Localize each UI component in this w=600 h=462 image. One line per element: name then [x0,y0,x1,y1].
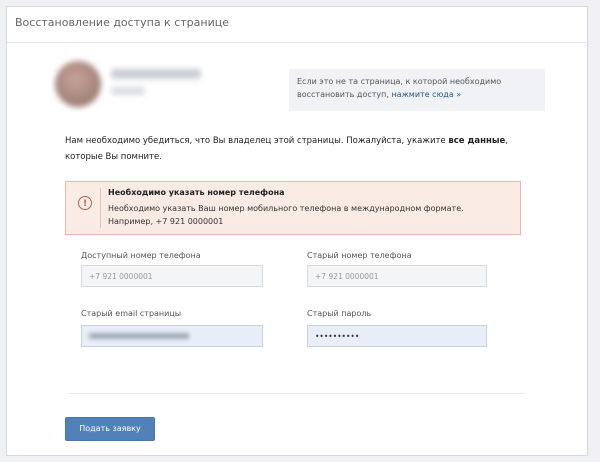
intro-bold: все данные [448,136,506,146]
old-email-input[interactable] [81,325,263,347]
old-password-value: •••••••••• [315,332,360,341]
old-password-input[interactable]: •••••••••• [307,325,487,347]
submit-button[interactable]: Подать заявку [65,417,155,441]
old-password-label: Старый пароль [307,309,372,318]
error-divider [100,188,101,228]
error-box: ! Необходимо указать номер телефона Необ… [65,181,521,235]
profile-subtext [111,87,145,95]
phone-placeholder: +7 921 0000001 [89,272,153,281]
wrong-page-notice: Если это не та страница, к которой необх… [289,69,545,111]
old-email-label: Старый email страницы [81,309,182,318]
old-phone-input[interactable]: +7 921 0000001 [307,265,487,287]
profile-name [111,69,201,79]
phone-label: Доступный номер телефона [81,251,201,260]
alert-icon: ! [78,196,92,210]
page-header: Восстановление доступа к странице [7,7,587,43]
page-title: Восстановление доступа к странице [15,16,229,29]
old-email-value [89,333,189,339]
error-text: Необходимо указать Ваш номер мобильного … [108,204,464,226]
restore-access-card: Восстановление доступа к странице Если э… [6,6,588,456]
form-divider [69,393,525,394]
old-phone-placeholder: +7 921 0000001 [315,272,379,281]
notice-link[interactable]: нажмите сюда » [391,90,461,99]
old-phone-label: Старый номер телефона [307,251,412,260]
intro-text: Нам необходимо убедиться, что Вы владеле… [65,133,523,165]
avatar [55,61,101,107]
intro-main: Нам необходимо убедиться, что Вы владеле… [65,136,446,146]
error-title: Необходимо указать номер телефона [108,188,285,197]
phone-input[interactable]: +7 921 0000001 [81,265,263,287]
